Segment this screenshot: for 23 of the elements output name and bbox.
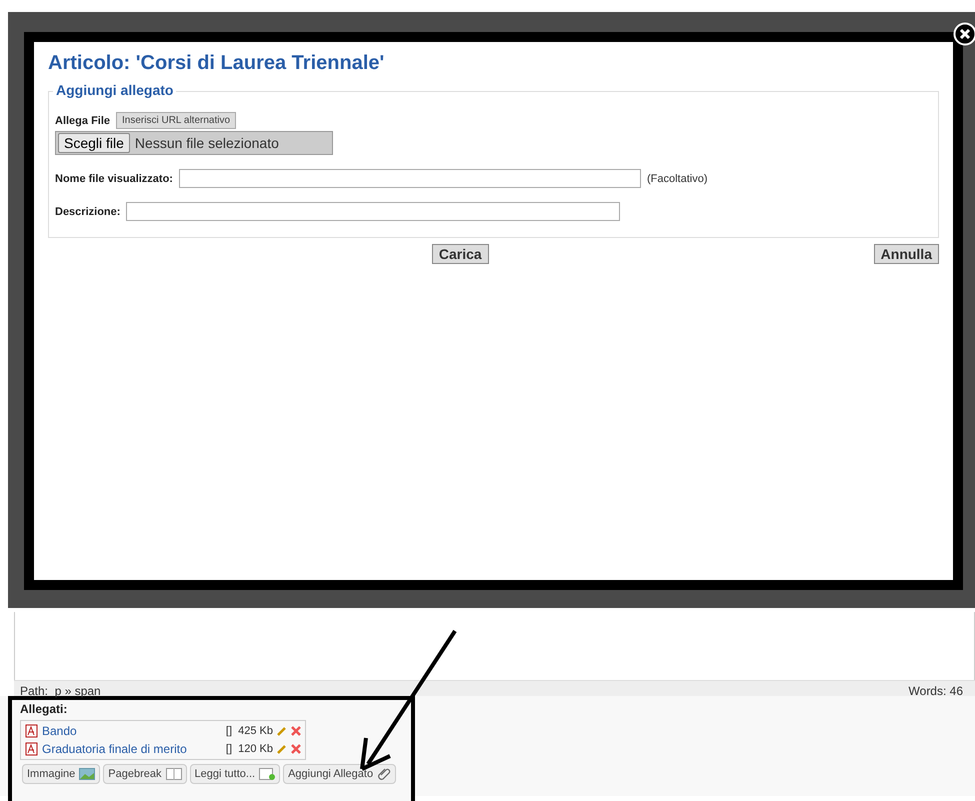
attachment-info: [] 425 Kb xyxy=(226,725,273,737)
field-label: Descrizione: xyxy=(55,206,120,218)
editor-button[interactable]: Aggiungi Allegato xyxy=(283,764,396,784)
upload-button[interactable]: Carica xyxy=(432,244,489,264)
dialog-title: Articolo: 'Corsi di Laurea Triennale' xyxy=(48,52,386,75)
element-path: Path: p » span xyxy=(20,684,101,698)
panel-title: Allegati: xyxy=(20,702,68,716)
editor-button[interactable]: Leggi tutto... xyxy=(190,764,280,784)
field-label: Nome file visualizzato: xyxy=(55,172,173,184)
word-count: Words: 46 xyxy=(908,684,963,698)
field-label: Allega File xyxy=(55,114,110,126)
editor-button[interactable]: Immagine xyxy=(22,764,100,784)
alternative-url-button[interactable]: Inserisci URL alternativo xyxy=(116,112,236,129)
cancel-button[interactable]: Annulla xyxy=(874,244,939,264)
file-status: Nessun file selezionato xyxy=(134,135,279,151)
section-title: Aggiungi allegato xyxy=(53,82,176,98)
attachment-link[interactable]: Bando xyxy=(42,724,77,738)
attachment-link[interactable]: Graduatoria finale di merito xyxy=(42,742,187,756)
editor-button[interactable]: Pagebreak xyxy=(103,764,187,784)
file-picker[interactable]: Scegli file Nessun file selezionato xyxy=(55,131,333,155)
field-note: (Facoltativo) xyxy=(646,172,708,184)
attachment-info: [] 120 Kb xyxy=(226,743,273,755)
choose-file-button[interactable]: Scegli file xyxy=(58,133,130,153)
